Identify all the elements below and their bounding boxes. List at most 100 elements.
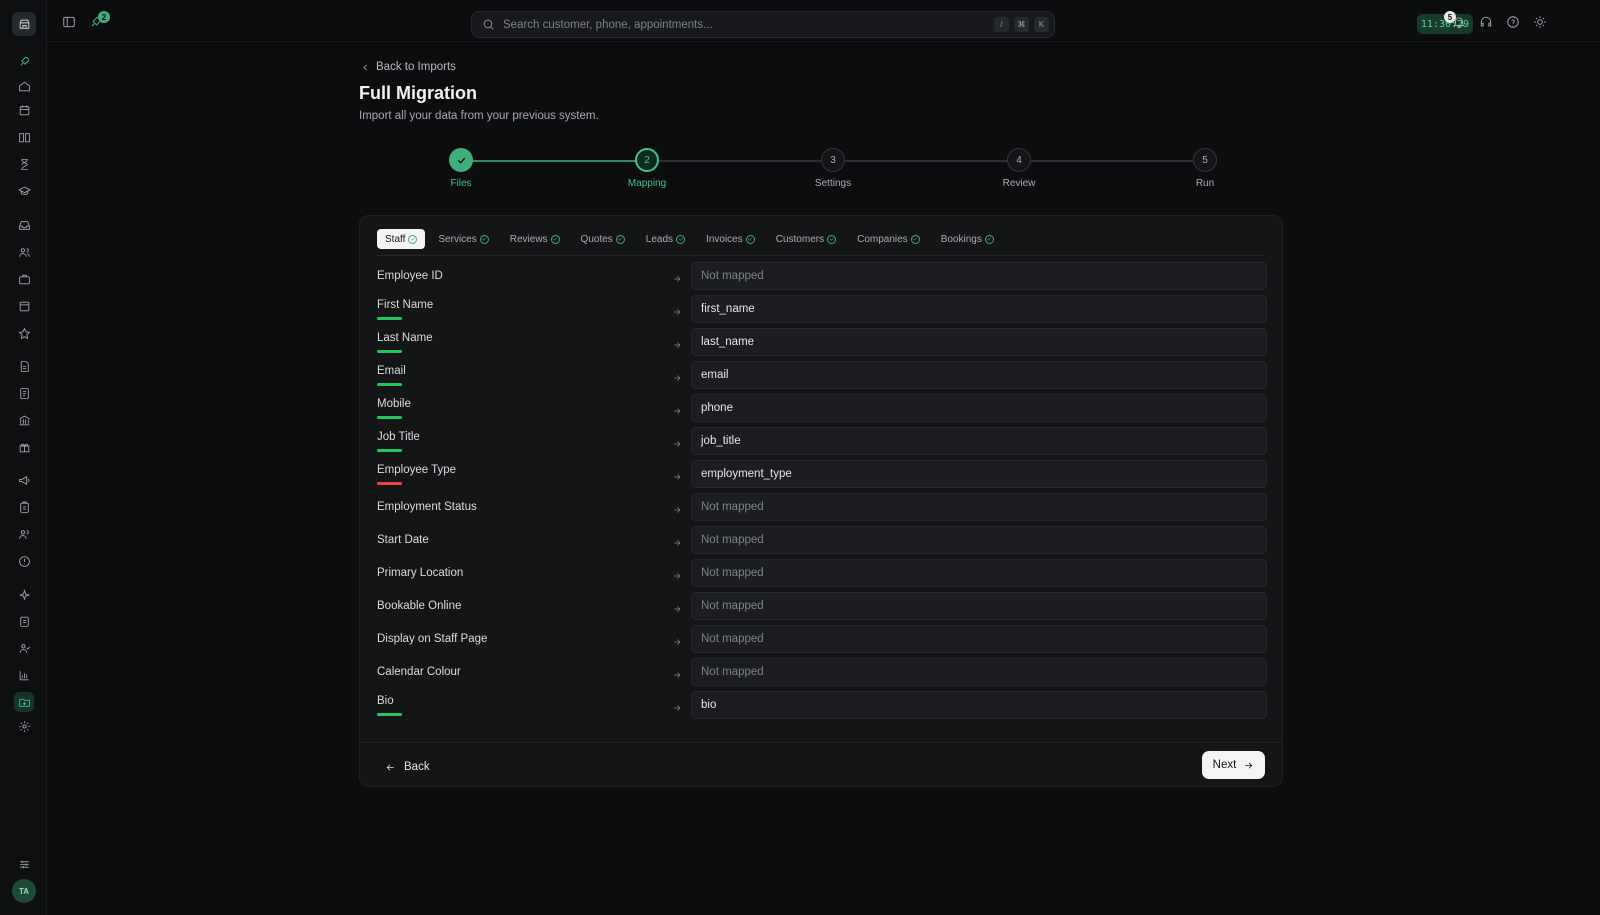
- briefcase-icon[interactable]: [14, 269, 34, 289]
- search-icon: [483, 19, 494, 30]
- tab-leads[interactable]: Leads: [638, 229, 693, 249]
- import-folder-icon[interactable]: [14, 692, 34, 712]
- step-label: Mapping: [627, 178, 667, 189]
- calendar-icon[interactable]: [14, 100, 34, 120]
- sliders-icon[interactable]: [14, 854, 34, 874]
- mapping-row: Last Name last_name: [377, 328, 1267, 356]
- arrow-right-icon: [672, 304, 682, 315]
- activity-badge: 2: [98, 11, 110, 23]
- alert-circle-icon[interactable]: [14, 551, 34, 571]
- user-check-icon[interactable]: [14, 638, 34, 658]
- shortcut-key-slash: /: [994, 17, 1009, 32]
- search-input[interactable]: Search customer, phone, appointments...: [503, 19, 994, 31]
- step-connector-4: [1019, 160, 1193, 162]
- required-indicator: [377, 383, 402, 386]
- field-name: Primary Location: [377, 567, 464, 579]
- column-select[interactable]: Not mapped: [691, 262, 1267, 290]
- tab-quotes[interactable]: Quotes: [573, 229, 633, 249]
- column-select[interactable]: Not mapped: [691, 526, 1267, 554]
- column-select[interactable]: employment_type: [691, 460, 1267, 488]
- entity-tabs: Staff Services Reviews Quotes Leads Invoices C…: [377, 229, 1265, 256]
- tab-companies[interactable]: Companies: [849, 229, 928, 249]
- back-button[interactable]: Back: [385, 756, 430, 778]
- field-name: Employee Type: [377, 464, 457, 476]
- tab-staff[interactable]: Staff: [377, 229, 426, 249]
- tab-bookings[interactable]: Bookings: [933, 229, 1002, 249]
- tab-invoices[interactable]: Invoices: [698, 229, 763, 249]
- window-icon[interactable]: [14, 296, 34, 316]
- help-icon[interactable]: [1505, 14, 1521, 30]
- settings-gear-icon[interactable]: [14, 716, 34, 736]
- step-settings[interactable]: 3 Settings: [815, 148, 851, 189]
- arrow-right-icon: [672, 601, 682, 612]
- check-circle-icon: [479, 234, 489, 244]
- arrow-right-icon: [672, 370, 682, 381]
- sparkle-icon[interactable]: [14, 585, 34, 605]
- graduation-icon[interactable]: [14, 181, 34, 201]
- tab-customers[interactable]: Customers: [768, 229, 844, 249]
- arrow-right-icon: [1245, 761, 1253, 769]
- users-icon[interactable]: [14, 242, 34, 262]
- arrow-right-icon: [672, 337, 682, 348]
- column-select[interactable]: bio: [691, 691, 1267, 719]
- book-icon[interactable]: [14, 127, 34, 147]
- tab-label: Companies: [857, 233, 908, 245]
- document-icon[interactable]: [14, 356, 34, 376]
- step-files[interactable]: Files: [449, 148, 473, 189]
- clipboard-icon[interactable]: [14, 497, 34, 517]
- page-title: Full Migration: [359, 83, 477, 103]
- mapping-card: Staff Services Reviews Quotes Leads Invoices C…: [359, 215, 1283, 787]
- arrow-right-icon: [672, 568, 682, 579]
- required-indicator: [377, 713, 402, 716]
- mapping-row: Bio bio: [377, 691, 1267, 719]
- tab-services[interactable]: Services: [430, 229, 496, 249]
- tab-reviews[interactable]: Reviews: [502, 229, 568, 249]
- step-mapping[interactable]: 2 Mapping: [628, 148, 666, 189]
- column-select[interactable]: Not mapped: [691, 559, 1267, 587]
- gift-icon[interactable]: [14, 437, 34, 457]
- inbox-icon[interactable]: [14, 215, 34, 235]
- step-review[interactable]: 4 Review: [1003, 148, 1035, 189]
- column-select[interactable]: first_name: [691, 295, 1267, 323]
- star-icon[interactable]: [14, 323, 34, 343]
- arrow-right-icon: [672, 502, 682, 513]
- global-search[interactable]: Search customer, phone, appointments... …: [471, 11, 1055, 38]
- mapping-row: Email email: [377, 361, 1267, 389]
- step-run[interactable]: 5 Run: [1193, 148, 1217, 189]
- team-icon[interactable]: [14, 524, 34, 544]
- back-to-imports-link[interactable]: Back to Imports: [361, 61, 456, 73]
- store-logo-icon[interactable]: [12, 12, 36, 36]
- column-select[interactable]: email: [691, 361, 1267, 389]
- bank-icon[interactable]: [14, 410, 34, 430]
- hourglass-icon[interactable]: [14, 154, 34, 174]
- arrow-right-icon: [672, 436, 682, 447]
- checklist-icon[interactable]: [14, 611, 34, 631]
- megaphone-icon[interactable]: [14, 470, 34, 490]
- bar-chart-icon[interactable]: [14, 665, 34, 685]
- tab-label: Staff: [385, 233, 406, 245]
- step-label: Settings: [814, 178, 852, 189]
- home-icon[interactable]: [14, 76, 34, 96]
- column-select[interactable]: job_title: [691, 427, 1267, 455]
- back-button-label: Back: [404, 761, 430, 773]
- next-button[interactable]: Next: [1202, 751, 1265, 779]
- sidebar-toggle-icon[interactable]: [61, 14, 77, 30]
- step-number: 2: [635, 148, 659, 172]
- column-select[interactable]: Not mapped: [691, 658, 1267, 686]
- column-select[interactable]: Not mapped: [691, 625, 1267, 653]
- chevron-left-icon: [363, 64, 367, 70]
- step-connector-1: [461, 160, 647, 162]
- step-connector-2: [647, 160, 833, 162]
- column-select[interactable]: phone: [691, 394, 1267, 422]
- column-select[interactable]: last_name: [691, 328, 1267, 356]
- invoice-icon[interactable]: [14, 383, 34, 403]
- column-select[interactable]: Not mapped: [691, 493, 1267, 521]
- rocket-icon[interactable]: [14, 51, 34, 71]
- avatar[interactable]: TA: [12, 879, 36, 903]
- theme-sun-icon[interactable]: [1532, 14, 1548, 30]
- step-number: 3: [821, 148, 845, 172]
- headset-icon[interactable]: [1478, 14, 1494, 30]
- mapping-row: Employment Status Not mapped: [377, 493, 1267, 521]
- mapping-row: Bookable Online Not mapped: [377, 592, 1267, 620]
- column-select[interactable]: Not mapped: [691, 592, 1267, 620]
